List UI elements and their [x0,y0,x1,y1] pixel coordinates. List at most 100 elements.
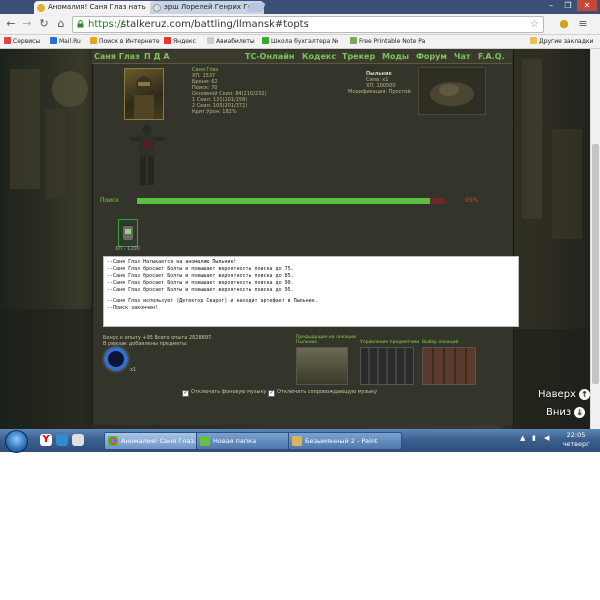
stalker-portrait-image [134,76,154,119]
location-thumbnail[interactable] [296,347,348,385]
maximize-icon[interactable]: ❐ [560,0,576,11]
menu-icon[interactable]: ≡ [576,17,590,31]
checkbox-icon[interactable]: ✓ [268,390,275,397]
page-icon [153,4,161,12]
apps-icon [4,37,11,44]
thumb-subtitle: Пыльник [296,340,318,345]
bookmark-label: Школа бухгалтера № [271,38,339,45]
leaf-icon [350,37,357,44]
menu-item-codex[interactable]: Кодекс [302,50,336,63]
thumb-title: Выбор локаций [422,340,459,345]
page-scrollbar[interactable] [590,49,600,429]
search-progress-fill [137,198,430,204]
page-icon [207,37,214,44]
taskbar-item-paint[interactable]: Безымянный 2 - Paint [288,432,402,450]
bookmark-label: Другие закладки [539,38,594,45]
equipped-item-slot[interactable] [118,219,138,247]
loot-text: В рюкзак добавлены предметы: [103,341,188,347]
checkbox-fx-music[interactable]: ✓ Отключать сопровождающую музыку [268,389,377,397]
address-bar[interactable]: https:// stalkeruz.com/battling/llmansk#… [72,16,544,33]
game-menu: Саня Глаз П Д А ТС-Онлайн Кодекс Трекер … [92,50,512,64]
bookmarks-bar: Сервисы Mail.Ru Поиск в Интернете Яндекс… [0,35,600,49]
folder-icon [530,37,537,44]
chrome-icon [108,436,118,446]
checkbox-icon[interactable]: ✓ [182,390,189,397]
menu-item-forum[interactable]: Форум [416,50,447,63]
detector-icon [123,226,133,240]
menu-item-mods[interactable]: Моды [382,50,409,63]
anomaly-image [418,67,486,115]
yandex-browser-icon[interactable]: Y [40,434,52,446]
player-figure-image [130,125,165,185]
close-window-icon[interactable]: ✕ [577,0,597,11]
windows-taskbar: Y Аномалия! Саня Глаз... Новая папка Без… [0,429,600,453]
bookmark-school[interactable]: Школа бухгалтера № [262,37,338,47]
new-tab-button[interactable] [246,3,266,12]
home-icon[interactable]: ⌂ [54,17,68,31]
locations-thumbnail[interactable] [422,347,476,385]
checkbox-bg-music[interactable]: ✓ Отключать фоновую музыку [182,389,266,397]
back-icon[interactable]: ← [4,17,18,31]
clock[interactable]: 22:05 четверг [556,431,596,449]
skype-icon[interactable] [56,434,68,446]
bookmark-star-icon[interactable]: ☆ [530,17,539,32]
minimize-icon[interactable]: – [543,0,559,11]
thumb-title: Управление предметами [360,340,420,345]
taskbar-item-chrome[interactable]: Аномалия! Саня Глаз... [104,432,208,450]
log-line: --Саня Глаз бросает Болты и повышает вер… [107,273,294,279]
bookmark-other[interactable]: Другие закладки [530,37,593,47]
menu-item-faq[interactable]: F.A.Q. [478,50,505,63]
menu-item-online[interactable]: ТС-Онлайн [245,50,294,63]
bookmark-yandex[interactable]: Яндекс [164,37,196,47]
enemy-stat-mod: Модификация: Простой. [348,89,413,95]
yandex-icon [164,37,171,44]
taskbar-label: Аномалия! Саня Глаз... [121,437,201,445]
scroll-up-button[interactable]: Наверх ↑ [538,389,590,400]
url-path: stalkeruz.com/battling/llmansk#topts [121,19,309,30]
bookmark-label: Яндекс [173,38,196,45]
menu-item-chat[interactable]: Чат [454,50,471,63]
scrollbar-thumb[interactable] [592,144,599,384]
scroll-down-label: Вниз [546,407,572,418]
menu-item-pda[interactable]: П Д А [144,50,170,63]
network-icon[interactable]: ▮ [532,434,536,442]
log-line: --Саня Глаз использует (Детектор Сварог)… [107,298,318,304]
scroll-up-label: Наверх [538,389,576,400]
log-line: --Саня Глаз бросает Болты и повышает вер… [107,287,294,293]
tray-arrow-icon[interactable]: ▲ [520,434,525,442]
items-thumbnail[interactable] [360,347,414,385]
url-scheme: https:// [88,19,124,30]
checkbox-label: Отключать фоновую музыку [191,389,267,395]
artifact-ring-icon[interactable] [105,348,127,370]
ruins-left-image [0,69,92,429]
menu-item-tracker[interactable]: Трекер [342,50,375,63]
menu-item-player[interactable]: Саня Глаз [94,50,140,63]
artifact-count: x1 [130,367,137,373]
forward-icon[interactable]: → [20,17,34,31]
log-line: --Саня Глаз бросает Болты и повышает вер… [107,266,294,272]
bookmark-notepaper[interactable]: Free Printable Note Pa [350,37,425,47]
bookmark-avia[interactable]: Авиабилеты [207,37,255,47]
folder-icon [200,436,210,446]
search-icon [90,37,97,44]
taskbar-item-folder[interactable]: Новая папка [196,432,300,450]
paint-icon [292,436,302,446]
scroll-down-button[interactable]: Вниз ↓ [546,407,586,418]
tab-label: Аномалия! Саня Глаз нать [48,3,146,11]
player-avatar [124,68,164,120]
log-line: --Саня Глаз бросает Болты и повышает вер… [107,280,294,286]
ruins-right-image [512,59,590,429]
lock-icon [77,20,84,28]
radiation-icon [37,4,45,12]
volume-icon[interactable]: ◀ [544,434,549,442]
battle-log: --Саня Глаз Натыкается на аномалию Пыльн… [103,256,519,327]
extension-icon[interactable]: ● [557,17,571,31]
explorer-icon[interactable] [72,434,84,446]
search-label: Поиск [100,197,120,204]
bookmark-label: Сервисы [13,38,41,45]
reload-icon[interactable]: ↻ [37,17,51,31]
bookmark-search[interactable]: Поиск в Интернете [90,37,160,47]
bookmark-services[interactable]: Сервисы [4,37,40,47]
start-button[interactable] [5,430,28,453]
bookmark-mailru[interactable]: Mail.Ru [50,37,81,47]
